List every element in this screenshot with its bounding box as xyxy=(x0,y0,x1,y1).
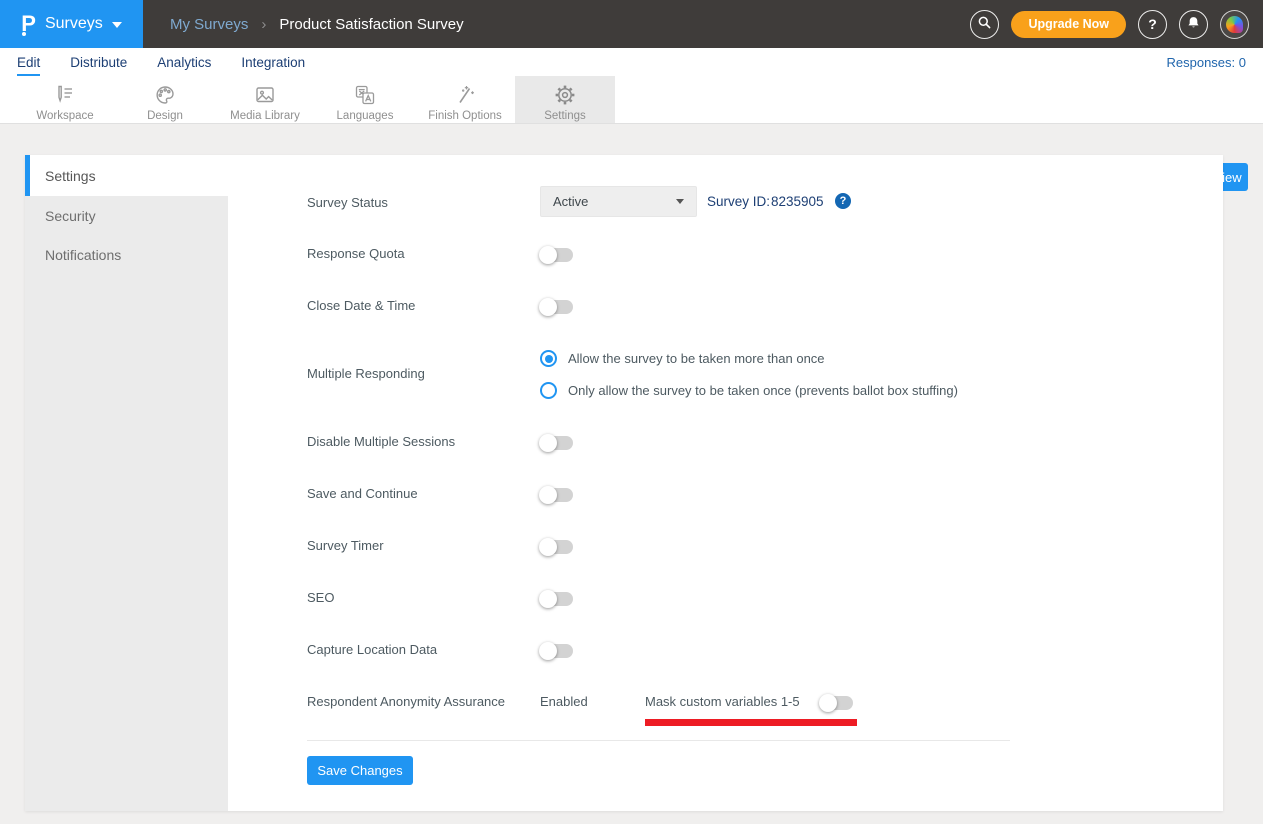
capture-location-data-toggle[interactable] xyxy=(540,644,573,658)
red-annotation-underline xyxy=(645,719,857,726)
sidebar-item-security[interactable]: Security xyxy=(25,196,228,235)
toolbar-tab-finish-options[interactable]: Finish Options xyxy=(415,76,515,123)
chevron-down-icon xyxy=(676,199,684,204)
settings-gear-icon xyxy=(553,83,577,107)
toggle-knob xyxy=(539,298,557,316)
toolbar-tab-languages[interactable]: Languages xyxy=(315,76,415,123)
survey-timer-toggle[interactable] xyxy=(540,540,573,554)
toolbar-tab-settings[interactable]: Settings xyxy=(515,76,615,123)
survey-status-select[interactable]: Active xyxy=(540,186,697,217)
toolbar-tab-label: Settings xyxy=(544,110,586,122)
disable-multiple-sessions-toggle[interactable] xyxy=(540,436,573,450)
radio-only-once-label: Only allow the survey to be taken once (… xyxy=(568,383,958,398)
settings-sidebar: Settings Security Notifications xyxy=(25,155,228,811)
app-root: P Surveys My Surveys › Product Satisfact… xyxy=(0,0,1263,824)
disable-multiple-sessions-label: Disable Multiple Sessions xyxy=(307,434,455,449)
toolbar-tab-media-library[interactable]: Media Library xyxy=(215,76,315,123)
tab-integration[interactable]: Integration xyxy=(241,48,305,76)
radio-allow-multiple-label: Allow the survey to be taken more than o… xyxy=(568,351,825,366)
responses-count[interactable]: Responses: 0 xyxy=(1167,48,1247,76)
header-actions: Upgrade Now ? xyxy=(970,0,1249,48)
mask-custom-variables-toggle[interactable] xyxy=(820,696,853,710)
toggle-knob xyxy=(539,642,557,660)
content-divider xyxy=(307,740,1010,741)
sidebar-item-notifications[interactable]: Notifications xyxy=(25,235,228,274)
mask-custom-variables-label: Mask custom variables 1-5 xyxy=(645,694,800,709)
toolbar-tab-workspace[interactable]: Workspace xyxy=(15,76,115,123)
questionpro-logo-icon: P xyxy=(21,13,36,35)
notifications-button[interactable] xyxy=(1179,10,1208,39)
seo-label: SEO xyxy=(307,590,334,605)
response-quota-toggle[interactable] xyxy=(540,248,573,262)
product-menu-label: Surveys xyxy=(45,15,103,33)
toolbar-tab-label: Languages xyxy=(337,110,394,122)
survey-timer-label: Survey Timer xyxy=(307,538,384,553)
radio-only-once[interactable] xyxy=(540,382,557,399)
top-header: P Surveys My Surveys › Product Satisfact… xyxy=(0,0,1263,48)
toggle-knob xyxy=(539,486,557,504)
toolbar-tab-label: Design xyxy=(147,110,183,122)
tab-distribute[interactable]: Distribute xyxy=(70,48,127,76)
close-date-time-label: Close Date & Time xyxy=(307,298,415,313)
design-palette-icon xyxy=(153,83,177,107)
breadcrumb-separator: › xyxy=(261,16,266,33)
respondent-anonymity-label: Respondent Anonymity Assurance xyxy=(307,694,505,709)
toolbar-tab-label: Workspace xyxy=(36,110,93,122)
toggle-knob xyxy=(539,590,557,608)
media-library-image-icon xyxy=(253,83,277,107)
survey-id-value: 8235905 xyxy=(771,194,824,209)
toggle-knob xyxy=(539,246,557,264)
workspace-icon xyxy=(53,83,77,107)
help-question-icon: ? xyxy=(1148,16,1157,32)
languages-translate-icon xyxy=(353,83,377,107)
radio-allow-multiple[interactable] xyxy=(540,350,557,367)
multiple-responding-label: Multiple Responding xyxy=(307,366,425,381)
breadcrumb-my-surveys[interactable]: My Surveys xyxy=(170,16,248,33)
edit-toolbar: Workspace Design Media Library Languages xyxy=(0,76,1263,124)
toggle-knob xyxy=(539,434,557,452)
help-button[interactable]: ? xyxy=(1138,10,1167,39)
toggle-knob xyxy=(539,538,557,556)
breadcrumb: My Surveys › Product Satisfaction Survey xyxy=(170,0,464,48)
upgrade-now-button[interactable]: Upgrade Now xyxy=(1011,11,1126,38)
save-and-continue-label: Save and Continue xyxy=(307,486,418,501)
finish-options-wand-icon xyxy=(453,83,477,107)
save-and-continue-toggle[interactable] xyxy=(540,488,573,502)
response-quota-label: Response Quota xyxy=(307,246,405,261)
seo-toggle[interactable] xyxy=(540,592,573,606)
bell-icon xyxy=(1186,15,1201,34)
user-avatar[interactable] xyxy=(1220,10,1249,39)
sidebar-item-settings[interactable]: Settings xyxy=(25,155,228,196)
settings-card: Settings Security Notifications Survey S… xyxy=(25,155,1223,811)
account-logo-icon xyxy=(1226,16,1243,33)
product-switcher[interactable]: P Surveys xyxy=(0,0,143,48)
capture-location-data-label: Capture Location Data xyxy=(307,642,437,657)
survey-status-label: Survey Status xyxy=(307,195,388,210)
survey-id-help-icon[interactable]: ? xyxy=(835,193,851,209)
close-date-time-toggle[interactable] xyxy=(540,300,573,314)
survey-status-value: Active xyxy=(553,194,588,209)
survey-id-label: Survey ID: xyxy=(707,194,770,209)
toolbar-tab-label: Media Library xyxy=(230,110,300,122)
toggle-knob xyxy=(819,694,837,712)
anonymity-status: Enabled xyxy=(540,694,588,709)
save-changes-button[interactable]: Save Changes xyxy=(307,756,413,785)
survey-nav: Edit Distribute Analytics Integration Re… xyxy=(0,48,1263,76)
search-icon xyxy=(976,14,993,34)
toolbar-tab-label: Finish Options xyxy=(428,110,502,122)
toolbar-tabs: Workspace Design Media Library Languages xyxy=(15,76,615,123)
search-button[interactable] xyxy=(970,10,999,39)
toolbar-tab-design[interactable]: Design xyxy=(115,76,215,123)
tab-edit[interactable]: Edit xyxy=(17,48,40,76)
tab-analytics[interactable]: Analytics xyxy=(157,48,211,76)
survey-nav-tabs: Edit Distribute Analytics Integration xyxy=(17,48,305,76)
breadcrumb-current-survey: Product Satisfaction Survey xyxy=(279,16,463,33)
chevron-down-icon xyxy=(112,22,122,28)
